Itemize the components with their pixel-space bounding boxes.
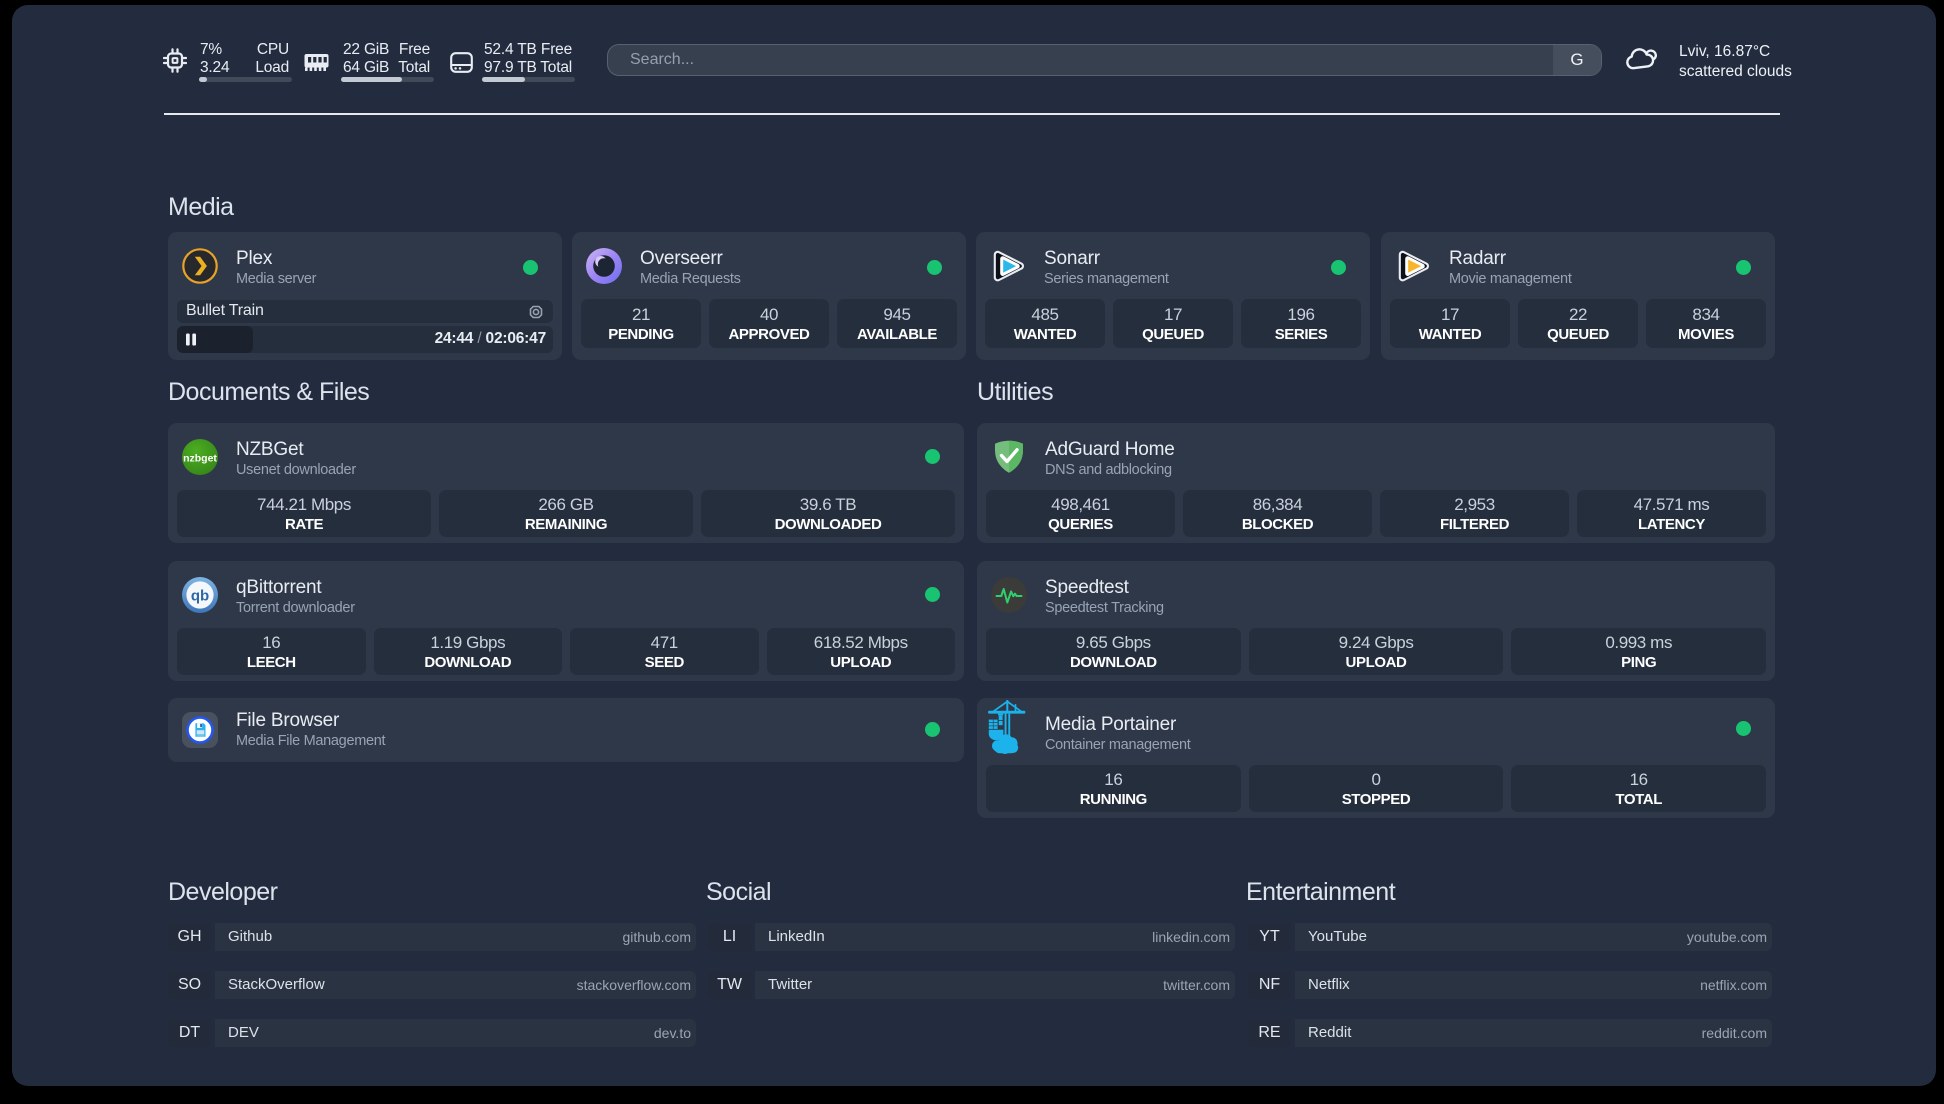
svg-text:qb: qb <box>191 587 209 604</box>
svg-text:nzbget: nzbget <box>183 453 217 465</box>
